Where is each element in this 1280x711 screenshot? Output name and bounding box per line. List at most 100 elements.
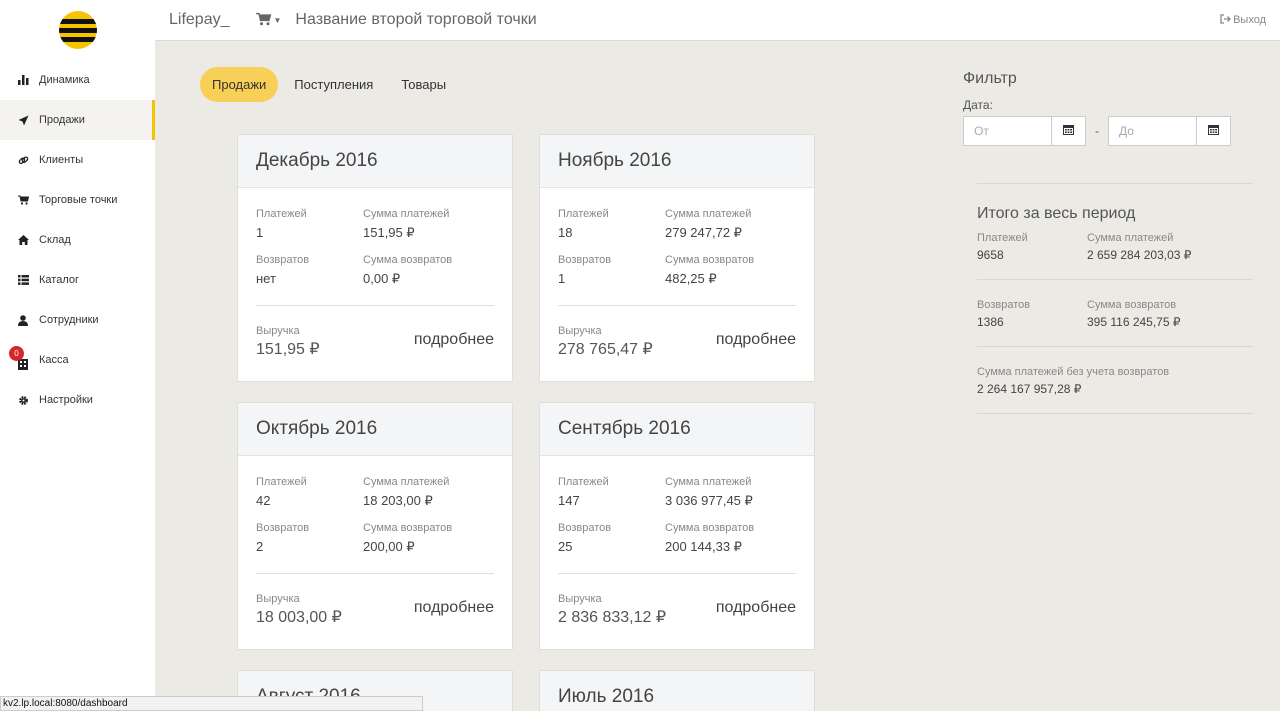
sidebar-item-clients[interactable]: Клиенты <box>0 140 155 180</box>
card-title: Декабрь 2016 <box>238 135 512 188</box>
shop-name: Название второй торговой точки <box>295 11 537 28</box>
logout-label: Выход <box>1233 14 1266 26</box>
logo-area <box>0 0 155 60</box>
sidebar-item-settings[interactable]: Настройки <box>0 380 155 420</box>
revenue-value: 151,95 ₽ <box>256 341 320 358</box>
gear-icon <box>17 394 29 406</box>
total-payments-label: Платежей <box>977 232 1028 244</box>
sidebar-item-stores[interactable]: Торговые точки <box>0 180 155 220</box>
bar-chart-icon <box>17 74 29 86</box>
divider <box>558 305 796 306</box>
sidebar-item-sales[interactable]: Продажи <box>0 100 155 140</box>
returns-sum-value: 0,00 ₽ <box>363 271 401 286</box>
returns-label: Возвратов <box>256 522 310 534</box>
divider <box>977 413 1253 414</box>
returns-label: Возвратов <box>558 522 612 534</box>
calendar-icon <box>1063 124 1074 138</box>
sidebar-item-label: Динамика <box>39 74 90 86</box>
tab-sales[interactable]: Продажи <box>200 67 279 102</box>
date-to-input[interactable] <box>1109 117 1196 145</box>
returns-sum-label: Сумма возвратов <box>363 522 453 534</box>
returns-value: нет <box>256 271 276 286</box>
date-to-group <box>1108 116 1231 146</box>
sidebar-item-label: Касса <box>39 354 69 366</box>
payments-sum-label: Сумма платежей <box>363 476 450 488</box>
logout-link[interactable]: Выход <box>1220 13 1266 27</box>
total-returns-value: 1386 <box>977 315 1004 329</box>
payments-sum-value: 151,95 ₽ <box>363 225 415 240</box>
sidebar-item-warehouse[interactable]: Склад <box>0 220 155 260</box>
date-from-input[interactable] <box>964 117 1051 145</box>
store-selector[interactable]: ▼ <box>255 12 282 29</box>
total-payments-sum-label: Сумма платежей <box>1087 232 1174 244</box>
calendar-from-button[interactable] <box>1051 117 1085 145</box>
tab-bar: Продажи Поступления Товары <box>200 67 462 102</box>
revenue-label: Выручка <box>558 593 602 605</box>
net-sum-value: 2 264 167 957,28 ₽ <box>977 382 1082 396</box>
tab-receipts[interactable]: Поступления <box>282 67 385 102</box>
tab-products[interactable]: Товары <box>389 67 458 102</box>
month-card: Октябрь 2016 Платежей 42 Сумма платежей 18… <box>237 402 513 650</box>
revenue-value: 278 765,47 ₽ <box>558 341 653 358</box>
date-from-group <box>963 116 1086 146</box>
returns-sum-value: 482,25 ₽ <box>665 271 717 286</box>
browser-status-bar: kv2.lp.local:8080/dashboard <box>0 696 423 711</box>
sidebar-item-label: Торговые точки <box>39 194 118 206</box>
app-brand[interactable]: Lifepay_ <box>169 11 230 29</box>
month-card: Ноябрь 2016 Платежей 18 Сумма платежей 279… <box>539 134 815 382</box>
details-link[interactable]: подробнее <box>716 331 796 349</box>
returns-sum-value: 200,00 ₽ <box>363 539 415 554</box>
card-title: Июль 2016 <box>540 671 814 711</box>
sidebar-item-label: Настройки <box>39 394 93 406</box>
card-title: Сентябрь 2016 <box>540 403 814 456</box>
date-separator: - <box>1095 124 1099 138</box>
sidebar-item-label: Продажи <box>39 114 85 126</box>
returns-sum-value: 200 144,33 ₽ <box>665 539 742 554</box>
cart-icon <box>255 12 272 29</box>
caret-down-icon: ▼ <box>273 15 282 25</box>
top-bar: Lifepay_ ▼ Название второй торговой точк… <box>155 0 1280 41</box>
payments-label: Платежей <box>558 208 609 220</box>
total-returns-sum-value: 395 116 245,75 ₽ <box>1087 315 1181 329</box>
list-icon <box>17 274 29 286</box>
sidebar-item-catalog[interactable]: Каталог <box>0 260 155 300</box>
total-payments-value: 9658 <box>977 248 1004 262</box>
sidebar-item-label: Склад <box>39 234 71 246</box>
home-icon <box>17 234 29 246</box>
details-link[interactable]: подробнее <box>414 599 494 617</box>
returns-value: 25 <box>558 539 573 554</box>
beeline-logo[interactable] <box>58 11 97 49</box>
total-payments-sum-value: 2 659 284 203,03 ₽ <box>1087 248 1192 262</box>
net-sum-label: Сумма платежей без учета возвратов <box>977 366 1170 378</box>
divider <box>977 279 1253 280</box>
payments-sum-value: 18 203,00 ₽ <box>363 493 433 508</box>
payments-sum-label: Сумма платежей <box>665 208 752 220</box>
returns-label: Возвратов <box>256 254 310 266</box>
send-arrow-icon <box>17 114 29 126</box>
payments-sum-label: Сумма платежей <box>363 208 450 220</box>
details-link[interactable]: подробнее <box>414 331 494 349</box>
divider <box>977 346 1253 347</box>
notification-badge: 0 <box>9 346 24 361</box>
details-link[interactable]: подробнее <box>716 599 796 617</box>
totals-title: Итого за весь период <box>977 205 1136 222</box>
cart-icon <box>17 194 29 206</box>
month-card: Июль 2016 <box>539 670 815 711</box>
returns-value: 2 <box>256 539 264 554</box>
sidebar-item-label: Клиенты <box>39 154 84 166</box>
card-title: Октябрь 2016 <box>238 403 512 456</box>
payments-label: Платежей <box>256 208 307 220</box>
sidebar-item-cash[interactable]: 0 Касса <box>0 340 155 380</box>
returns-sum-label: Сумма возвратов <box>363 254 453 266</box>
filter-panel: Фильтр Дата: - <box>963 70 1231 146</box>
sidebar-item-dynamics[interactable]: Динамика <box>0 60 155 100</box>
payments-value: 18 <box>558 225 573 240</box>
divider <box>256 305 494 306</box>
payments-sum-value: 3 036 977,45 ₽ <box>665 493 753 508</box>
revenue-label: Выручка <box>256 325 300 337</box>
divider <box>558 573 796 574</box>
calendar-to-button[interactable] <box>1196 117 1230 145</box>
payments-sum-value: 279 247,72 ₽ <box>665 225 742 240</box>
sidebar-item-employees[interactable]: Сотрудники <box>0 300 155 340</box>
total-returns-label: Возвратов <box>977 299 1031 311</box>
